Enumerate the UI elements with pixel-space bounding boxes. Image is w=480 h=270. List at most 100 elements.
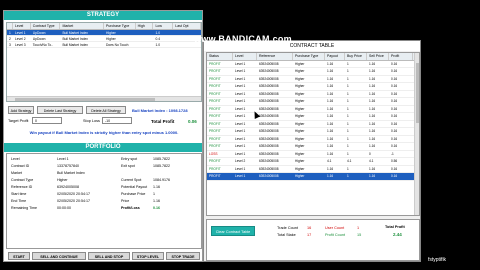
strategy-table[interactable]: Level Contract Type Market Purchase Type… xyxy=(6,22,202,102)
cell-reference: 63924005008 xyxy=(259,174,279,178)
cell-sell-price: 1.16 xyxy=(369,84,376,88)
portfolio-value: 02/05/2020 20:54:17 xyxy=(57,192,90,196)
cell-sell-price: 0 xyxy=(369,151,371,156)
cell-level: Level 2 xyxy=(235,159,246,163)
portfolio-label: Entry spot xyxy=(121,157,138,161)
cell-purchase-type: Higher xyxy=(295,84,305,88)
table-row[interactable]: PROFIT Level 1 63924005008 Higher 1.16 1 1.16 0… xyxy=(207,83,419,91)
profit-count-value: 15 xyxy=(357,233,362,237)
portfolio-panel: Level Level 1 Entry spot 1085.7822 Contr… xyxy=(6,153,202,249)
table-row[interactable]: PROFIT Level 1 63924005008 Higher 1.16 1 1.16 0… xyxy=(207,143,419,151)
cell-sell-price: 1.16 xyxy=(369,114,376,118)
col-contract-type: Contract Type xyxy=(31,23,61,29)
table-row[interactable]: PROFIT Level 1 63924005008 Higher 1.16 1 1.16 0… xyxy=(207,166,419,173)
scrollbar-thumb[interactable] xyxy=(416,63,419,123)
cell-profit: 0.16 xyxy=(391,174,398,178)
sell-and-continue-button[interactable]: SELL AND CONTINUE xyxy=(32,252,86,260)
table-row[interactable]: PROFIT Level 1 63924005008 Higher 1.16 1 1.16 0… xyxy=(207,113,419,121)
cell-payout: 1.16 xyxy=(327,84,334,88)
total-stake-label: Total Stake xyxy=(277,233,296,237)
scrollbar-thumb[interactable] xyxy=(15,98,155,101)
col-purchase-type: Purchase Type xyxy=(104,23,136,29)
table-row[interactable]: 3 Level 3 Touch/No To.. Bull Market Inde… xyxy=(7,42,201,48)
add-strategy-button[interactable]: Add Strategy xyxy=(8,106,34,114)
table-row[interactable]: PROFIT Level 1 63924005008 Higher 1.16 1 1.16 0… xyxy=(207,173,419,181)
table-row[interactable]: PROFIT Level 1 63924005008 Higher 1.16 1 1.16 0… xyxy=(207,121,419,128)
portfolio-value: Higher xyxy=(57,178,68,182)
table-row[interactable]: PROFIT Level 2 63924005008 Higher 4.1 4.1 4.1 0… xyxy=(207,158,419,166)
table-row[interactable]: PROFIT Level 1 63924005008 Higher 1.16 1 1.16 0… xyxy=(207,91,419,98)
portfolio-label: Remaining Time xyxy=(11,206,37,210)
portfolio-label: Start time xyxy=(11,192,27,196)
cell-sell-price: 1.16 xyxy=(369,91,376,96)
sell-and-stop-button[interactable]: SELL AND STOP xyxy=(88,252,130,260)
col-level: Level xyxy=(13,23,31,29)
contract-table-window: CONTRACT TABLE Status Level Reference Pu… xyxy=(203,40,421,262)
cell-level: Level 1 xyxy=(235,174,246,178)
stop-level-button[interactable]: STOP LEVEL xyxy=(132,252,164,260)
cell-profit: 0.16 xyxy=(391,121,398,126)
table-row[interactable]: PROFIT Level 1 63924005008 Higher 1.16 1 1.16 0… xyxy=(207,106,419,113)
cell-payout: 1.16 xyxy=(327,99,334,103)
cell-status: PROFIT xyxy=(209,114,221,118)
table-row[interactable]: PROFIT Level 1 63924005008 Higher 1.16 1 1.16 0… xyxy=(207,76,419,83)
portfolio-label: Market xyxy=(11,171,22,175)
cell-purchase-type: Higher xyxy=(295,69,305,73)
delete-all-strategy-button[interactable]: Delete All Strategy xyxy=(86,106,126,114)
vertical-scrollbar[interactable] xyxy=(414,53,419,215)
table-row[interactable]: PROFIT Level 1 63924005008 Higher 1.16 1 1.16 0… xyxy=(207,61,419,68)
contract-table[interactable]: Status Level Reference Purchase Type Pay… xyxy=(206,52,420,216)
cell-profit: -1 xyxy=(391,151,394,156)
target-profit-input[interactable]: 0 xyxy=(32,117,62,124)
table-row[interactable]: PROFIT Level 1 63924005008 Higher 1.16 1 1.16 0… xyxy=(207,68,419,76)
cell-status: PROFIT xyxy=(209,76,221,81)
portfolio-label: Exit spot xyxy=(121,164,135,168)
delete-last-strategy-button[interactable]: Delete Last Strategy xyxy=(37,106,83,114)
cell-buy-price: 1 xyxy=(347,174,349,178)
cell-buy-price: 1 xyxy=(347,69,349,73)
contract-rows: PROFIT Level 1 63924005008 Higher 1.16 1 1.16 0… xyxy=(207,61,419,181)
cell-reference: 63924005008 xyxy=(259,69,279,73)
portfolio-label: Level xyxy=(11,157,20,161)
contract-summary: Clear Contract Table Trade Count 16 Tota… xyxy=(206,219,420,261)
cell-purchase-type: Higher xyxy=(295,129,305,133)
cell-sell-price: 1.16 xyxy=(369,144,376,148)
portfolio-label: Potential Payout xyxy=(121,185,148,189)
portfolio-value: 02/05/2020 20:54:17 xyxy=(57,199,90,203)
cell-status: PROFIT xyxy=(209,159,221,163)
cell-status: PROFIT xyxy=(209,166,221,171)
cell-sell-price: 1.16 xyxy=(369,174,376,178)
cell-buy-price: 1 xyxy=(347,166,349,171)
col-status: Status xyxy=(207,53,233,60)
portfolio-value: 1.16 xyxy=(153,199,160,203)
cell-buy-price: 1 xyxy=(347,114,349,118)
portfolio-value: 1 xyxy=(153,192,155,196)
table-row[interactable]: PROFIT Level 1 63924005008 Higher 1.16 1 1.16 0… xyxy=(207,136,419,143)
cell-sell-price: 1.16 xyxy=(369,166,376,171)
col-profit: Profit xyxy=(389,53,413,60)
cell-purchase-type: Higher xyxy=(295,174,305,178)
col-last-opt: Last Opt xyxy=(173,23,201,29)
table-row[interactable]: LOSS Level 1 63924005008 Higher 1.16 1 0 -1 xyxy=(207,151,419,158)
clear-contract-table-button[interactable]: Clear Contract Table xyxy=(211,226,255,236)
stop-trade-button[interactable]: STOP TRADE xyxy=(166,252,200,260)
portfolio-value: 1084.9176 xyxy=(153,178,170,182)
portfolio-header: PORTFOLIO xyxy=(4,143,202,152)
cell-level: Level 1 xyxy=(235,76,246,81)
cell-buy-price: 1 xyxy=(347,129,349,133)
portfolio-value: Bull Market Index xyxy=(57,171,85,175)
horizontal-scrollbar[interactable] xyxy=(7,96,201,101)
stop-loss-input[interactable]: -10 xyxy=(102,117,132,124)
table-row[interactable]: PROFIT Level 1 63924005008 Higher 1.16 1 1.16 0… xyxy=(207,128,419,136)
cell-buy-price: 1 xyxy=(347,106,349,111)
table-row[interactable]: PROFIT Level 1 63924005008 Higher 1.16 1 1.16 0… xyxy=(207,98,419,106)
cell-sell-price: 1.16 xyxy=(369,61,376,66)
target-profit-label: Target Profit xyxy=(8,119,29,123)
start-button[interactable]: START xyxy=(8,252,30,260)
summary-total-profit-value: 2.44 xyxy=(393,232,402,237)
cell-reference: 63924005008 xyxy=(259,166,279,171)
portfolio-value: 63924005008 xyxy=(57,185,79,189)
cell-profit: 0.16 xyxy=(391,84,398,88)
cell-status: PROFIT xyxy=(209,84,221,88)
portfolio-value: 1085.7822 xyxy=(153,164,170,168)
